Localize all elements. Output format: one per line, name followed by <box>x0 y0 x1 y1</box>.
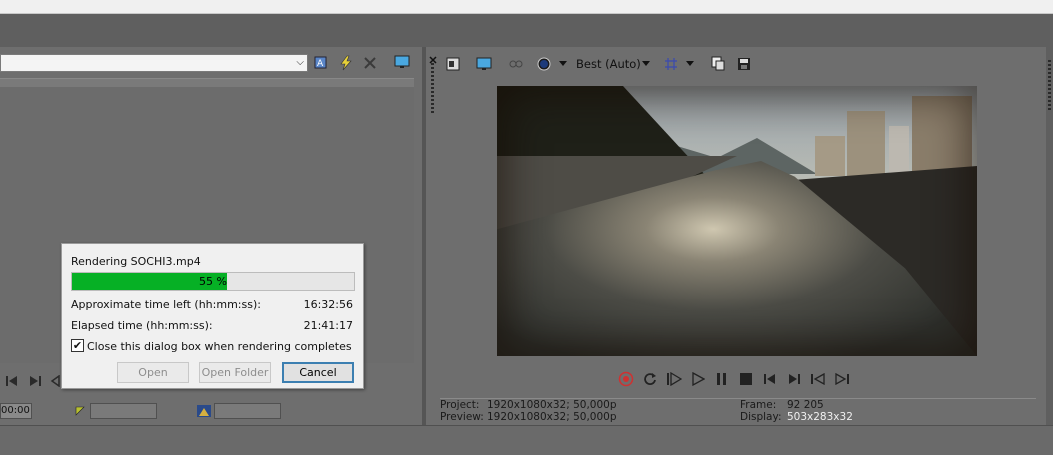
open-folder-button[interactable]: Open Folder <box>199 362 271 383</box>
display-label: Display: <box>740 411 782 423</box>
chevron-down-icon[interactable] <box>685 56 695 72</box>
elapsed-value: 21:41:17 <box>303 319 353 332</box>
circle-icon[interactable] <box>536 56 552 72</box>
record-icon[interactable] <box>616 371 636 387</box>
preview-quality[interactable]: Best (Auto) <box>576 57 641 71</box>
next-icon[interactable] <box>784 371 804 387</box>
play-from-start-icon[interactable] <box>664 371 684 387</box>
dialog-title: Rendering SOCHI3.mp4 <box>71 255 201 268</box>
grid-icon[interactable] <box>663 56 679 72</box>
monitor-icon[interactable] <box>476 56 492 72</box>
frame-value: 92 205 <box>787 399 824 411</box>
time-left-label: Approximate time left (hh:mm:ss): <box>71 298 261 311</box>
in-point-field[interactable] <box>90 403 157 419</box>
video-vignette <box>497 86 977 356</box>
status-bar <box>0 425 1053 455</box>
video-frame <box>497 86 977 356</box>
next-frame-icon[interactable] <box>832 371 852 387</box>
timecode-field[interactable]: 00:00 <box>0 403 32 419</box>
overlay-icon[interactable] <box>508 56 524 72</box>
next-icon[interactable] <box>27 373 43 389</box>
lightning-icon[interactable] <box>338 55 354 71</box>
project-label: Project: <box>440 399 480 411</box>
preview-label: Preview: <box>440 411 484 423</box>
split-icon[interactable] <box>445 56 461 72</box>
pause-icon[interactable] <box>712 371 732 387</box>
preview-transport <box>616 371 852 387</box>
project-value: 1920x1080x32; 50,000p <box>487 399 617 411</box>
render-progress-bar: 55 % <box>71 272 355 291</box>
path-combobox[interactable]: ⌵ <box>0 54 308 72</box>
display-value: 503x283x32 <box>787 411 853 423</box>
time-left-value: 16:32:56 <box>303 298 353 311</box>
prev-frame-icon[interactable] <box>808 371 828 387</box>
explorer-toolbar: ⌵ A <box>0 47 422 79</box>
preview-value: 1920x1080x32; 50,000p <box>487 411 617 423</box>
pane-grip[interactable] <box>431 63 434 113</box>
prev-icon[interactable] <box>4 373 20 389</box>
video-preview-pane: Best (Auto) Project: 1920x1080x32; 50,00… <box>426 47 1046 425</box>
explorer-header-strip <box>0 78 414 87</box>
chevron-down-icon[interactable]: ⌵ <box>296 57 304 68</box>
save-icon[interactable] <box>736 56 752 72</box>
stop-icon[interactable] <box>736 371 756 387</box>
loop-icon[interactable] <box>640 371 660 387</box>
render-progress-label: 55 % <box>199 275 227 288</box>
play-icon[interactable] <box>688 371 708 387</box>
open-button[interactable]: Open <box>117 362 189 383</box>
monitor-icon[interactable] <box>394 54 410 70</box>
frame-label: Frame: <box>740 399 777 411</box>
top-menu-strip <box>0 0 1053 14</box>
svg-text:A: A <box>317 59 324 69</box>
cancel-button[interactable]: Cancel <box>282 362 354 383</box>
close-icon[interactable] <box>362 55 378 71</box>
chevron-down-icon[interactable] <box>641 56 651 72</box>
prev-icon[interactable] <box>760 371 780 387</box>
pane-grip[interactable] <box>1048 60 1051 110</box>
toggle-icon[interactable]: A <box>313 55 329 71</box>
close-when-done-checkbox[interactable]: ✔ <box>71 339 84 352</box>
out-point-field[interactable] <box>214 403 281 419</box>
render-dialog: Rendering SOCHI3.mp4 55 % Approximate ti… <box>61 243 364 389</box>
in-marker-icon[interactable] <box>72 403 88 419</box>
preview-info: Project: 1920x1080x32; 50,000p Preview: … <box>440 398 1036 425</box>
elapsed-label: Elapsed time (hh:mm:ss): <box>71 319 213 332</box>
copy-icon[interactable] <box>710 56 726 72</box>
marker-icon[interactable] <box>196 403 212 419</box>
close-when-done-label[interactable]: Close this dialog box when rendering com… <box>87 340 352 353</box>
chevron-down-icon[interactable] <box>558 56 568 72</box>
